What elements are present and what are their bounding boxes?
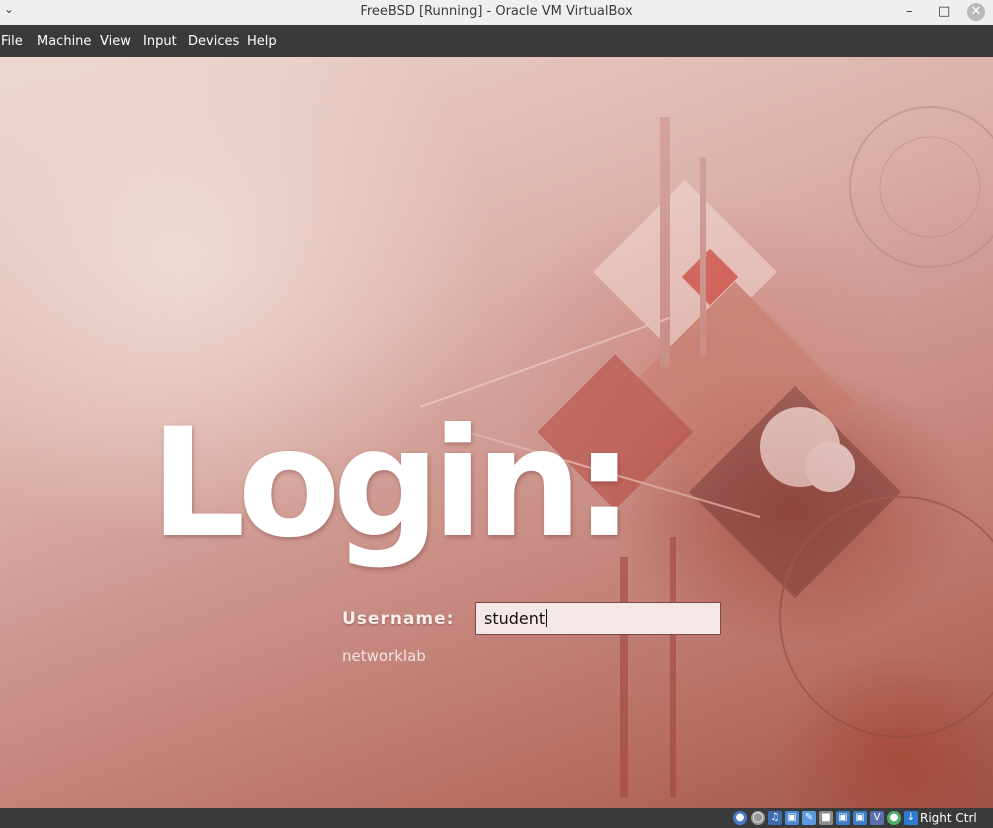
window-title: FreeBSD [Running] - Oracle VM VirtualBox: [360, 4, 633, 19]
optical-drive-icon[interactable]: ◯: [751, 811, 765, 825]
network-icon[interactable]: ▣: [785, 811, 799, 825]
username-input[interactable]: student: [475, 602, 721, 635]
display-icon[interactable]: ▣: [836, 811, 850, 825]
status-bar: ● ◯ ♫ ▣ ✎ ■ ▣ ▣ V ● ↓ Right Ctrl: [0, 808, 993, 828]
vm-display[interactable]: Login: Username: student networklab: [0, 57, 993, 808]
usb-icon[interactable]: ✎: [802, 811, 816, 825]
hostname-label: networklab: [342, 647, 426, 665]
audio-icon[interactable]: ♫: [768, 811, 782, 825]
menu-view[interactable]: View: [100, 34, 131, 49]
hard-disk-icon[interactable]: ●: [733, 811, 747, 825]
username-value: student: [484, 609, 546, 628]
virtualization-icon[interactable]: V: [870, 811, 884, 825]
window-titlebar: ⌄ FreeBSD [Running] - Oracle VM VirtualB…: [0, 0, 993, 25]
host-key-label: Right Ctrl: [920, 811, 977, 825]
host-key-icon[interactable]: ↓: [904, 811, 918, 825]
username-label: Username:: [342, 609, 455, 629]
maximize-icon[interactable]: □: [938, 3, 950, 21]
menu-file[interactable]: File: [1, 34, 23, 49]
mouse-integration-icon[interactable]: ●: [887, 811, 901, 825]
shared-folders-icon[interactable]: ■: [819, 811, 833, 825]
menu-devices[interactable]: Devices: [188, 34, 239, 49]
login-title: Login:: [150, 397, 634, 571]
menu-help[interactable]: Help: [247, 34, 277, 49]
menu-bar: File Machine View Input Devices Help: [0, 25, 993, 57]
minimize-icon[interactable]: –: [906, 3, 913, 21]
menu-machine[interactable]: Machine: [37, 34, 91, 49]
menu-input[interactable]: Input: [143, 34, 177, 49]
text-caret: [546, 609, 548, 627]
close-icon[interactable]: ✕: [967, 3, 985, 21]
video-capture-icon[interactable]: ▣: [853, 811, 867, 825]
